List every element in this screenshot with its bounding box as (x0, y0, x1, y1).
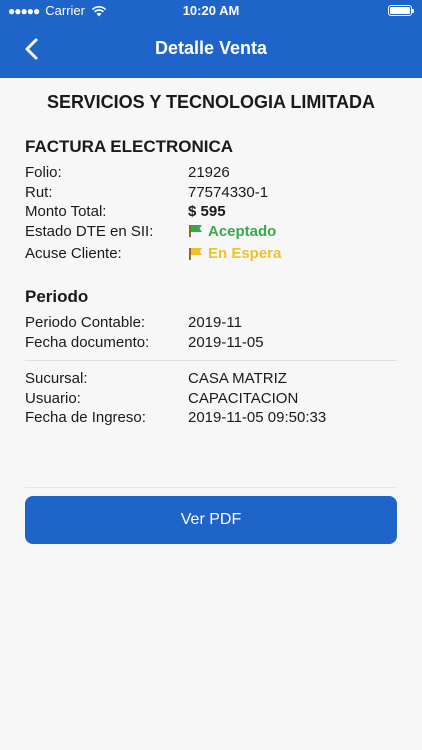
bottom-divider (25, 487, 397, 488)
user-label: Usuario: (25, 389, 81, 407)
view-pdf-button[interactable]: Ver PDF (25, 496, 397, 544)
rut-value: 77574330-1 (188, 183, 269, 201)
rut-label: Rut: (25, 183, 53, 201)
client-ack-row: Acuse Cliente: En Espera (25, 244, 397, 266)
clock: 10:20 AM (182, 3, 240, 18)
flag-green-icon (189, 225, 202, 238)
user-value: CAPACITACION (188, 389, 299, 407)
document-date-label: Fecha documento: (25, 333, 150, 351)
dte-status-row: Estado DTE en SII: Aceptado (25, 222, 397, 244)
battery-icon (388, 5, 414, 16)
page-title: Detalle Venta (154, 38, 268, 58)
accounting-period-value: 2019-11 (188, 314, 242, 331)
entry-date-row: Fecha de Ingreso: 2019-11-05 09:50:33 (25, 408, 397, 428)
total-label: Monto Total: (25, 203, 107, 220)
navigation-bar: Detalle Venta (0, 22, 422, 78)
document-date-value: 2019-11-05 (188, 333, 264, 351)
period-section-title: Periodo (25, 287, 89, 306)
branch-label: Sucursal: (25, 370, 88, 387)
entry-date-value: 2019-11-05 09:50:33 (188, 409, 327, 426)
client-ack-value: En Espera (208, 244, 282, 262)
branch-row: Sucursal: CASA MATRIZ (25, 369, 397, 389)
client-ack-label: Acuse Cliente: (25, 244, 122, 262)
entry-date-label: Fecha de Ingreso: (25, 409, 146, 426)
folio-label: Folio: (25, 164, 62, 181)
folio-row: Folio: 21926 (25, 163, 397, 183)
rut-row: Rut: 77574330-1 (25, 183, 397, 203)
flag-yellow-icon (189, 247, 202, 260)
total-value: $ 595 (188, 203, 226, 220)
invoice-section-title: FACTURA ELECTRONICA (25, 137, 234, 156)
company-name: SERVICIOS Y TECNOLOGIA LIMITADA (46, 92, 376, 112)
accounting-period-label: Periodo Contable: (25, 314, 146, 331)
client-ack-badge: En Espera (188, 244, 281, 264)
total-row: Monto Total: $ 595 (25, 202, 397, 222)
dte-status-label: Estado DTE en SII: (25, 222, 154, 240)
sale-detail: SERVICIOS Y TECNOLOGIA LIMITADA FACTURA … (25, 92, 397, 428)
dte-status-value: Aceptado (208, 222, 277, 240)
user-row: Usuario: CAPACITACION (25, 389, 397, 409)
status-bar: ●●●●● Carrier 10:20 AM (0, 0, 422, 22)
branch-value: CASA MATRIZ (188, 370, 287, 387)
document-date-row: Fecha documento: 2019-11-05 (25, 333, 397, 353)
top-bar: ●●●●● Carrier 10:20 AM Detalle Venta (0, 0, 422, 78)
folio-value: 21926 (188, 164, 230, 181)
dte-status-badge: Aceptado (188, 222, 276, 242)
section-divider (25, 360, 397, 361)
accounting-period-row: Periodo Contable: 2019-11 (25, 313, 397, 333)
